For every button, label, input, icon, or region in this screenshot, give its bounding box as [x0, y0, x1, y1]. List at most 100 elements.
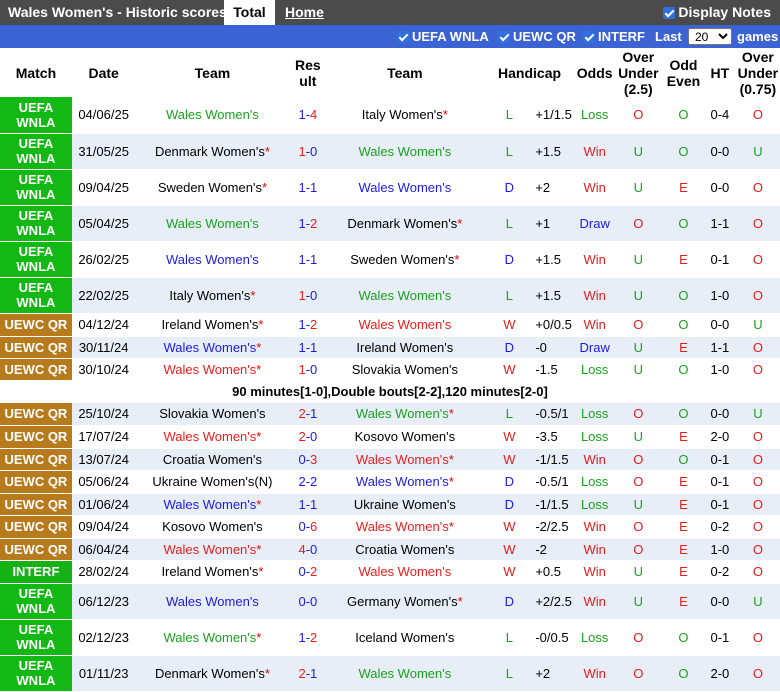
checkbox[interactable]: [498, 31, 510, 43]
away-team[interactable]: Wales Women's: [326, 169, 484, 206]
filter-uewc-qr[interactable]: UEWC QR: [498, 29, 576, 44]
table-row[interactable]: UEWC QR 17/07/24 Wales Women's* 2-0 Kosovo W…: [0, 425, 780, 449]
score[interactable]: 1-2: [289, 205, 327, 242]
table-row[interactable]: UEFA WNLA 31/05/25 Denmark Women's* 1-0 Wale…: [0, 133, 780, 170]
table-row[interactable]: UEWC QR 30/11/24 Wales Women's* 1-1 Ireland …: [0, 336, 780, 359]
table-row[interactable]: UEWC QR 30/10/24 Wales Women's* 1-0 Slovakia…: [0, 358, 780, 381]
away-team[interactable]: Sweden Women's*: [326, 241, 484, 278]
home-team[interactable]: Croatia Women's: [135, 448, 290, 471]
match-type[interactable]: UEWC QR: [0, 358, 72, 381]
score[interactable]: 2-2: [289, 470, 327, 494]
home-team[interactable]: Wales Women's*: [135, 336, 290, 359]
tab-total[interactable]: Total: [224, 0, 275, 25]
away-team[interactable]: Wales Women's*: [326, 402, 484, 426]
score[interactable]: 1-1: [289, 493, 327, 516]
score[interactable]: 2-1: [289, 655, 327, 692]
home-team[interactable]: Wales Women's*: [135, 425, 290, 449]
home-team[interactable]: Wales Women's*: [135, 493, 290, 516]
score[interactable]: 1-2: [289, 313, 327, 337]
home-team[interactable]: Italy Women's*: [135, 277, 290, 314]
score[interactable]: 1-1: [289, 336, 327, 359]
table-row[interactable]: UEFA WNLA 22/02/25 Italy Women's* 1-0 Wales …: [0, 277, 780, 314]
home-team[interactable]: Wales Women's: [135, 97, 290, 134]
away-team[interactable]: Denmark Women's*: [326, 205, 484, 242]
away-team[interactable]: Wales Women's*: [326, 470, 484, 494]
score[interactable]: 1-0: [289, 358, 327, 381]
match-type[interactable]: UEWC QR: [0, 336, 72, 359]
table-row[interactable]: UEFA WNLA 02/12/23 Wales Women's* 1-2 Icelan…: [0, 619, 780, 656]
tab-home[interactable]: Home: [285, 4, 324, 20]
table-row[interactable]: UEFA WNLA 01/11/23 Denmark Women's* 2-1 Wale…: [0, 655, 780, 692]
match-type[interactable]: UEFA WNLA: [0, 277, 72, 314]
table-row[interactable]: UEFA WNLA 06/12/23 Wales Women's 0-0 Germany…: [0, 583, 780, 620]
match-type[interactable]: UEFA WNLA: [0, 583, 72, 620]
filter-interf[interactable]: INTERF: [583, 29, 645, 44]
games-count-select[interactable]: 20: [688, 28, 732, 45]
home-team[interactable]: Ukraine Women's(N): [135, 470, 290, 494]
table-row[interactable]: UEWC QR 25/10/24 Slovakia Women's 2-1 Wales …: [0, 402, 780, 426]
home-team[interactable]: Denmark Women's*: [135, 133, 290, 170]
match-type[interactable]: UEWC QR: [0, 448, 72, 471]
match-type[interactable]: UEFA WNLA: [0, 97, 72, 134]
away-team[interactable]: Wales Women's: [326, 313, 484, 337]
home-team[interactable]: Kosovo Women's: [135, 515, 290, 539]
match-type[interactable]: UEFA WNLA: [0, 655, 72, 692]
table-row[interactable]: UEWC QR 01/06/24 Wales Women's* 1-1 Ukraine …: [0, 493, 780, 516]
checkbox[interactable]: [397, 31, 409, 43]
away-team[interactable]: Wales Women's*: [326, 515, 484, 539]
table-row[interactable]: UEWC QR 04/12/24 Ireland Women's* 1-2 Wales …: [0, 313, 780, 337]
away-team[interactable]: Wales Women's*: [326, 448, 484, 471]
checkbox[interactable]: [583, 31, 595, 43]
match-type[interactable]: UEFA WNLA: [0, 205, 72, 242]
table-row[interactable]: UEFA WNLA 26/02/25 Wales Women's 1-1 Sweden …: [0, 241, 780, 278]
score[interactable]: 1-1: [289, 169, 327, 206]
score[interactable]: 0-2: [289, 560, 327, 584]
match-type[interactable]: INTERF: [0, 560, 72, 584]
table-row[interactable]: UEFA WNLA 05/04/25 Wales Women's 1-2 Denmark…: [0, 205, 780, 242]
away-team[interactable]: Italy Women's*: [326, 97, 484, 134]
match-type[interactable]: UEWC QR: [0, 313, 72, 337]
away-team[interactable]: Ukraine Women's: [326, 493, 484, 516]
away-team[interactable]: Iceland Women's: [326, 619, 484, 656]
match-type[interactable]: UEWC QR: [0, 515, 72, 539]
table-row[interactable]: INTERF 28/02/24 Ireland Women's* 0-2 Wales W…: [0, 560, 780, 584]
match-type[interactable]: UEWC QR: [0, 402, 72, 426]
display-notes-checkbox[interactable]: [663, 7, 676, 19]
score[interactable]: 0-0: [289, 583, 327, 620]
score[interactable]: 0-6: [289, 515, 327, 539]
filter-uefa-wnla[interactable]: UEFA WNLA: [397, 29, 489, 44]
home-team[interactable]: Slovakia Women's: [135, 402, 290, 426]
home-team[interactable]: Wales Women's*: [135, 619, 290, 656]
home-team[interactable]: Wales Women's: [135, 205, 290, 242]
score[interactable]: 1-2: [289, 619, 327, 656]
match-type[interactable]: UEFA WNLA: [0, 133, 72, 170]
score[interactable]: 1-0: [289, 133, 327, 170]
home-team[interactable]: Ireland Women's*: [135, 313, 290, 337]
home-team[interactable]: Denmark Women's*: [135, 655, 290, 692]
home-team[interactable]: Sweden Women's*: [135, 169, 290, 206]
score[interactable]: 1-0: [289, 277, 327, 314]
away-team[interactable]: Kosovo Women's: [326, 425, 484, 449]
match-type[interactable]: UEWC QR: [0, 470, 72, 494]
score[interactable]: 4-0: [289, 538, 327, 561]
away-team[interactable]: Wales Women's: [326, 133, 484, 170]
match-type[interactable]: UEWC QR: [0, 493, 72, 516]
score[interactable]: 0-3: [289, 448, 327, 471]
match-type[interactable]: UEWC QR: [0, 538, 72, 561]
match-type[interactable]: UEFA WNLA: [0, 169, 72, 206]
table-row[interactable]: UEWC QR 09/04/24 Kosovo Women's 0-6 Wales Wo…: [0, 515, 780, 539]
home-team[interactable]: Ireland Women's*: [135, 560, 290, 584]
away-team[interactable]: Croatia Women's: [326, 538, 484, 561]
table-row[interactable]: UEFA WNLA 04/06/25 Wales Women's 1-4 Italy W…: [0, 97, 780, 134]
away-team[interactable]: Wales Women's: [326, 655, 484, 692]
match-type[interactable]: UEFA WNLA: [0, 241, 72, 278]
table-row[interactable]: UEWC QR 06/04/24 Wales Women's* 4-0 Croatia …: [0, 538, 780, 561]
away-team[interactable]: Ireland Women's: [326, 336, 484, 359]
table-row[interactable]: UEFA WNLA 09/04/25 Sweden Women's* 1-1 Wales…: [0, 169, 780, 206]
home-team[interactable]: Wales Women's: [135, 583, 290, 620]
away-team[interactable]: Wales Women's: [326, 277, 484, 314]
table-row[interactable]: UEWC QR 13/07/24 Croatia Women's 0-3 Wales W…: [0, 448, 780, 471]
display-notes-toggle[interactable]: Display Notes: [663, 4, 771, 20]
away-team[interactable]: Germany Women's*: [326, 583, 484, 620]
away-team[interactable]: Wales Women's: [326, 560, 484, 584]
